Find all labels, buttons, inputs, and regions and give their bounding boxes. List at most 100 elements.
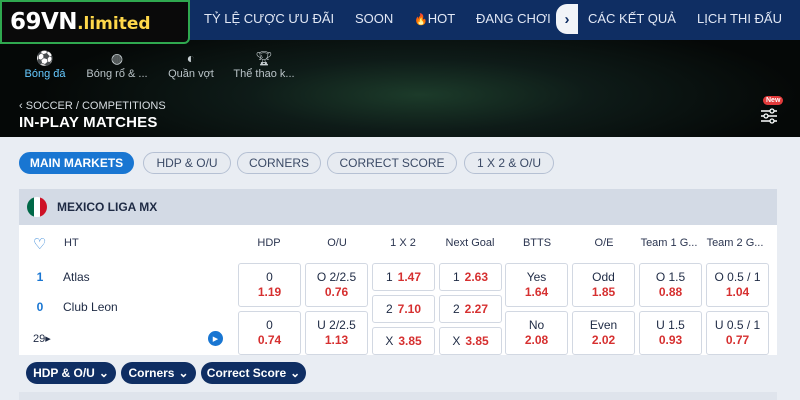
page-title: IN-PLAY MATCHES xyxy=(19,114,158,131)
col-header-team2-goals: Team 2 G... xyxy=(706,237,764,249)
odds-cell-over[interactable]: O 2/2.5 0.76 xyxy=(305,263,368,307)
nav-item-results[interactable]: CÁC KẾT QUẢ xyxy=(588,11,676,26)
dropdown-correct-score[interactable]: Correct Score ⌄ xyxy=(201,362,306,384)
nav-item-hot-label: HOT xyxy=(427,11,456,26)
odds-cell-hdp-home[interactable]: 0 1.19 xyxy=(238,263,301,307)
soccer-ball-icon: ⚽ xyxy=(36,50,54,66)
top-nav: 69VN.limited TỶ LỆ CƯỢC ƯU ĐÃI SOON 🔥HOT… xyxy=(0,0,800,44)
nav-item-schedule[interactable]: LỊCH THI ĐẤU xyxy=(697,11,782,26)
odds-label: No xyxy=(528,318,545,332)
sport-tab-label: Thể thao k... xyxy=(233,68,295,80)
odds-cell-team2-over[interactable]: O 0.5 / 1 1.04 xyxy=(706,263,769,307)
filter-settings-icon[interactable] xyxy=(758,104,780,126)
odds-label: X xyxy=(452,333,461,348)
odds-cell-next-goal-none[interactable]: X 3.85 xyxy=(439,327,502,355)
odds-label: U 0.5 / 1 xyxy=(714,318,761,332)
site-logo[interactable]: 69VN.limited xyxy=(0,0,190,44)
col-header-team1-goals: Team 1 G... xyxy=(640,237,698,249)
chevron-down-icon: ⌄ xyxy=(290,366,301,380)
odds-value: 1.64 xyxy=(524,285,549,299)
odds-cell-team1-over[interactable]: O 1.5 0.88 xyxy=(639,263,702,307)
nav-item-live[interactable]: ĐANG CHƠI xyxy=(476,11,551,26)
sport-tab-tennis[interactable]: ◐ Quần vợt xyxy=(151,50,231,80)
odds-cell-next-goal-away[interactable]: 2 2.27 xyxy=(439,295,502,323)
odds-cell-team2-under[interactable]: U 0.5 / 1 0.77 xyxy=(706,311,769,355)
odds-value: 2.27 xyxy=(464,301,489,316)
odds-value: 0.76 xyxy=(324,285,349,299)
sport-tab-label: Quần vợt xyxy=(168,68,214,80)
odds-value: 0.88 xyxy=(658,285,683,299)
odds-cell-hdp-away[interactable]: 0 0.74 xyxy=(238,311,301,355)
basketball-icon: ◍ xyxy=(110,50,124,66)
odds-cell-team1-under[interactable]: U 1.5 0.93 xyxy=(639,311,702,355)
hero-banner: ⚽ Bóng đá ◍ Bóng rổ & ... ◐ Quần vợt 🏆︎ … xyxy=(0,40,800,137)
odds-value: 3.85 xyxy=(465,333,489,348)
odds-label: 1 xyxy=(452,269,460,284)
nav-item-hot[interactable]: 🔥HOT xyxy=(414,11,455,26)
odds-cell-1x2-draw[interactable]: X 3.85 xyxy=(372,327,435,355)
odds-value: 1.85 xyxy=(591,285,616,299)
more-markets-count: 29 xyxy=(33,333,46,345)
odds-value: 0.77 xyxy=(725,333,750,347)
odds-cell-btts-no[interactable]: No 2.08 xyxy=(505,311,568,355)
home-score: 1 xyxy=(36,270,44,284)
odds-cell-next-goal-home[interactable]: 1 2.63 xyxy=(439,263,502,291)
odds-cell-under[interactable]: U 2/2.5 1.13 xyxy=(305,311,368,355)
trophy-icon: 🏆︎ xyxy=(255,50,273,66)
odds-label: 0 xyxy=(266,318,273,332)
new-badge: New xyxy=(763,96,784,105)
dropdown-label: Corners xyxy=(128,366,175,380)
caret-right-icon: ▸ xyxy=(45,333,51,345)
sport-tab-label: Bóng đá xyxy=(24,68,66,80)
chevron-down-icon: ⌄ xyxy=(98,366,109,380)
odds-cell-even[interactable]: Even 2.02 xyxy=(572,311,635,355)
dropdown-label: Correct Score xyxy=(206,366,287,380)
live-stream-play-icon[interactable]: ▶ xyxy=(208,331,223,346)
odds-cell-odd[interactable]: Odd 1.85 xyxy=(572,263,635,307)
odds-label: 2 xyxy=(452,301,460,316)
tab-main-markets[interactable]: MAIN MARKETS xyxy=(19,152,134,174)
tab-corners[interactable]: CORNERS xyxy=(237,152,321,174)
col-header-hdp: HDP xyxy=(257,237,281,249)
sport-tab-basketball[interactable]: ◍ Bóng rổ & ... xyxy=(77,50,157,80)
odds-label: Even xyxy=(589,318,618,332)
odds-cell-btts-yes[interactable]: Yes 1.64 xyxy=(505,263,568,307)
odds-label: O 1.5 xyxy=(655,270,686,284)
odds-label: U 1.5 xyxy=(656,318,685,332)
odds-cell-1x2-home[interactable]: 1 1.47 xyxy=(372,263,435,291)
league-header[interactable]: MEXICO LIGA MX xyxy=(19,189,777,225)
odds-cell-1x2-away[interactable]: 2 7.10 xyxy=(372,295,435,323)
odds-label: 0 xyxy=(266,270,273,284)
nav-item-soon[interactable]: SOON xyxy=(355,11,393,26)
favorite-heart-icon[interactable]: ♡ xyxy=(33,235,46,253)
col-header-ou: O/U xyxy=(327,237,347,249)
sport-tab-soccer[interactable]: ⚽ Bóng đá xyxy=(5,50,85,80)
tab-hdp-ou[interactable]: HDP & O/U xyxy=(143,152,231,174)
odds-label: X xyxy=(385,333,394,348)
odds-value: 0.74 xyxy=(257,333,282,347)
odds-label: U 2/2.5 xyxy=(317,318,356,332)
tennis-ball-icon: ◐ xyxy=(186,50,196,66)
dropdown-hdp-ou[interactable]: HDP & O/U ⌄ xyxy=(26,362,116,384)
odds-label: 2 xyxy=(385,301,393,316)
away-team-name: Club Leon xyxy=(63,300,118,314)
chevron-left-icon: ‹ xyxy=(19,100,26,112)
league-name: MEXICO LIGA MX xyxy=(57,200,158,214)
breadcrumb[interactable]: ‹ SOCCER / COMPETITIONS xyxy=(19,100,166,112)
sport-tab-other[interactable]: 🏆︎ Thể thao k... xyxy=(224,50,304,80)
col-header-btts: BTTS xyxy=(522,237,552,249)
col-header-next-goal: Next Goal xyxy=(445,237,495,249)
divider xyxy=(19,392,777,400)
chevron-right-icon: › xyxy=(564,10,570,28)
tab-1x2-ou[interactable]: 1 X 2 & O/U xyxy=(464,152,554,174)
more-markets-link[interactable]: 29▸ xyxy=(33,332,51,345)
dropdown-label: HDP & O/U xyxy=(33,366,95,380)
nav-item-promo-odds[interactable]: TỶ LỆ CƯỢC ƯU ĐÃI xyxy=(204,11,334,26)
odds-value: 1.19 xyxy=(257,285,282,299)
dropdown-corners[interactable]: Corners ⌄ xyxy=(121,362,196,384)
logo-text: 69VN xyxy=(10,9,78,35)
logo-domain: .limited xyxy=(77,14,151,34)
nav-scroll-right-button[interactable]: › xyxy=(556,4,578,34)
tab-correct-score[interactable]: CORRECT SCORE xyxy=(327,152,457,174)
mexico-flag-icon xyxy=(27,197,47,217)
